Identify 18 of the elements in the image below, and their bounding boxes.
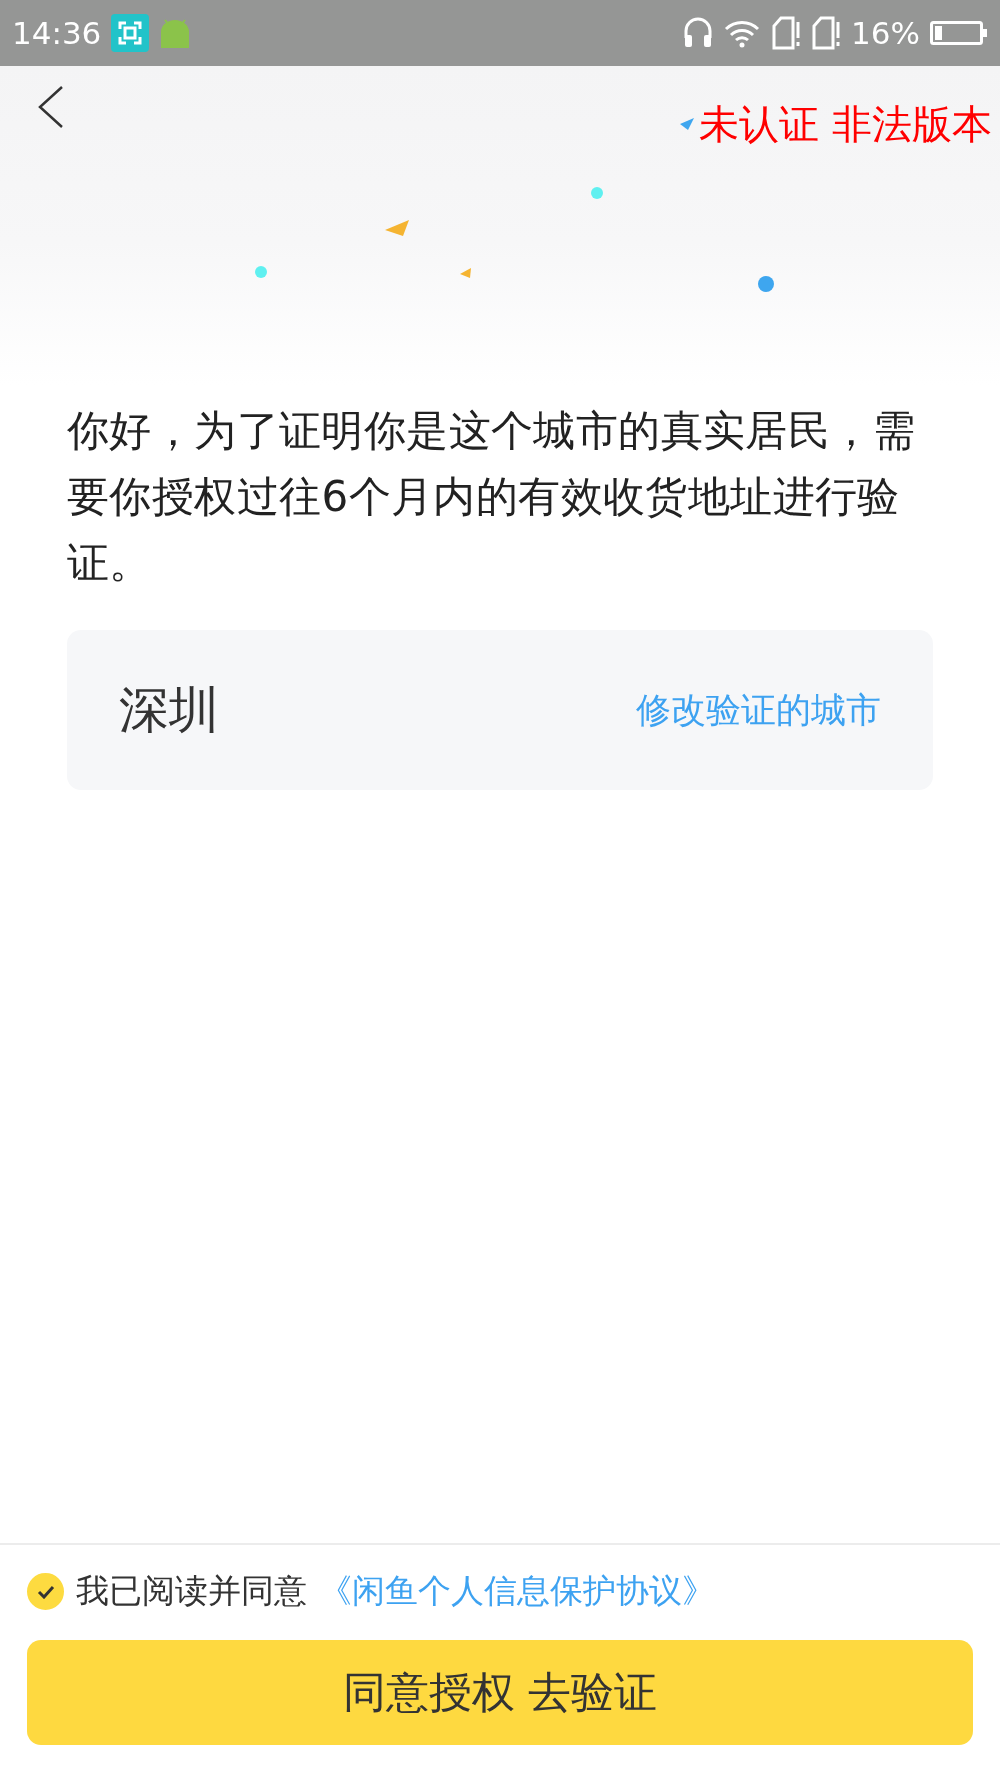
watermark-text: 未认证 非法版本 bbox=[699, 104, 992, 144]
intro-text: 你好，为了证明你是这个城市的真实居民，需要你授权过往6个月内的有效收货地址进行验证。 bbox=[67, 405, 916, 589]
android-icon bbox=[159, 18, 192, 48]
check-icon bbox=[36, 1584, 55, 1599]
privacy-agreement-link[interactable]: 《闲鱼个人信息保护协议》 bbox=[319, 1569, 715, 1614]
battery-percent: 16% bbox=[851, 15, 920, 51]
change-city-link[interactable]: 修改验证的城市 bbox=[636, 686, 881, 734]
agreement-text: 我已阅读并同意 bbox=[76, 1570, 307, 1612]
headphones-icon bbox=[683, 16, 714, 50]
city-name: 深圳 bbox=[119, 679, 219, 741]
agree-checkbox[interactable] bbox=[27, 1573, 64, 1610]
sim-card-icon bbox=[771, 16, 802, 50]
wifi-icon bbox=[723, 18, 762, 48]
status-time: 14:36 bbox=[12, 15, 102, 51]
screenshot-app-icon bbox=[111, 14, 150, 52]
authorize-verify-button[interactable]: 同意授权 去验证 bbox=[27, 1640, 973, 1745]
sim-card-icon bbox=[811, 16, 842, 50]
battery-icon bbox=[930, 21, 988, 45]
